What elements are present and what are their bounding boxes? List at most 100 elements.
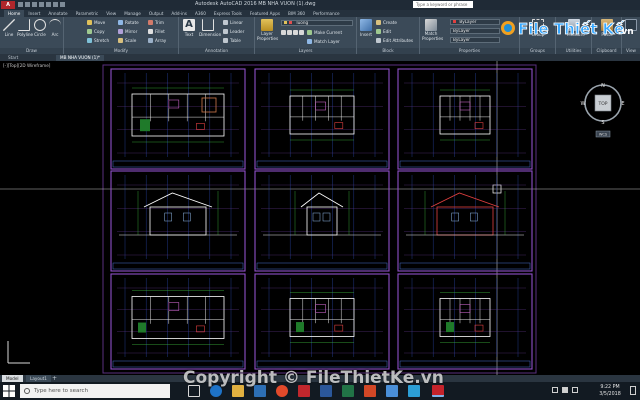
title-block: [399, 160, 531, 168]
taskbar-search-input[interactable]: Type here to search: [20, 384, 170, 398]
draw-panel: Line Polyline Circle Arc Draw: [0, 17, 64, 54]
drawing-canvas[interactable]: [-][Top][2D Wireframe] TOP N S E W WCS: [0, 61, 640, 375]
drawing-svg[interactable]: [0, 61, 640, 375]
tab-annotate[interactable]: Annotate: [44, 10, 71, 17]
fillet-button[interactable]: Fillet: [148, 28, 165, 35]
plot-icon[interactable]: [46, 2, 51, 7]
viewport-controls[interactable]: [-][Top][2D Wireframe]: [3, 63, 50, 68]
title-block: [399, 360, 531, 368]
arc-button[interactable]: Arc: [48, 19, 62, 37]
insert-block-button[interactable]: Insert: [359, 19, 373, 37]
compass-e-label[interactable]: E: [621, 101, 624, 107]
text-icon: A: [183, 19, 195, 31]
elevation-roof: [300, 192, 344, 208]
sheet-border: [110, 68, 246, 170]
scale-button[interactable]: Scale: [118, 37, 136, 44]
wcs-menu[interactable]: WCS: [599, 133, 608, 137]
text-button[interactable]: A Text: [182, 19, 196, 37]
match-layer-button[interactable]: Match Layer: [307, 38, 340, 45]
linear-dropdown[interactable]: Linear: [223, 19, 243, 26]
plan-furniture: [168, 302, 180, 311]
title-block: [256, 262, 388, 270]
make-current-button[interactable]: Make Current: [307, 29, 342, 36]
circle-button[interactable]: Circle: [33, 19, 47, 37]
windows-start-icon[interactable]: [3, 385, 15, 397]
dimension-button[interactable]: Dimension: [199, 19, 221, 37]
tab-view[interactable]: View: [102, 10, 120, 17]
plan-furniture: [196, 123, 205, 130]
sheet-border: [254, 273, 390, 370]
save-as-icon[interactable]: [39, 2, 44, 7]
notifications-icon[interactable]: [630, 386, 636, 395]
linetype-dropdown[interactable]: ByLayer: [450, 37, 500, 43]
layout1-tab[interactable]: Layout1: [26, 375, 51, 382]
layer-properties-button[interactable]: Layer Properties: [257, 19, 278, 41]
redo-icon[interactable]: [60, 2, 65, 7]
lineweight-dropdown[interactable]: ByLayer: [450, 28, 500, 34]
model-tab[interactable]: Model: [2, 375, 23, 382]
add-layout-button[interactable]: +: [52, 375, 57, 382]
plan-outline: [289, 95, 355, 135]
table-icon: [223, 38, 228, 43]
tab-featured-apps[interactable]: Featured Apps: [246, 10, 284, 17]
help-search-input[interactable]: Type a keyword or phrase: [413, 1, 473, 8]
logo-suffix: .vn: [618, 27, 634, 37]
move-button[interactable]: Move: [87, 19, 105, 26]
create-block-button[interactable]: Create: [376, 19, 397, 26]
keyboard-icon[interactable]: [572, 387, 578, 393]
color-dropdown[interactable]: ByLayer: [450, 19, 500, 25]
arc-icon: [49, 19, 61, 31]
autocad-logo[interactable]: A: [1, 1, 15, 9]
copy-button[interactable]: Copy: [87, 28, 105, 35]
stretch-icon: [87, 38, 92, 43]
open-icon[interactable]: [25, 2, 30, 7]
elevation-body: [436, 206, 494, 236]
table-button[interactable]: Table: [223, 37, 241, 44]
title-block: [112, 160, 244, 168]
tab-a360[interactable]: A360: [191, 10, 210, 17]
trim-button[interactable]: Trim: [148, 19, 164, 26]
layer-off-icon[interactable]: [281, 30, 286, 35]
edit-attributes-button[interactable]: Edit Attributes: [376, 37, 413, 44]
move-icon: [87, 20, 92, 25]
plan-stair: [201, 97, 217, 113]
tab-parametric[interactable]: Parametric: [72, 10, 103, 17]
polyline-button[interactable]: Polyline: [17, 19, 33, 37]
viewcube[interactable]: TOP N S E W WCS: [580, 81, 626, 141]
compass-s-label[interactable]: S: [601, 120, 604, 126]
leader-dropdown[interactable]: Leader: [223, 28, 244, 35]
tab-home[interactable]: Home: [4, 10, 25, 17]
layer-color-icon: [289, 21, 293, 24]
match-properties-button[interactable]: Match Properties: [422, 19, 443, 41]
mirror-button[interactable]: Mirror: [118, 28, 137, 35]
layer-freeze-icon[interactable]: [293, 30, 298, 35]
tab-manage[interactable]: Manage: [120, 10, 145, 17]
color-swatch-icon: [453, 20, 456, 23]
layer-lock-icon[interactable]: [299, 30, 304, 35]
new-icon[interactable]: [18, 2, 23, 7]
layer-isolate-icon[interactable]: [287, 30, 292, 35]
tab-express-tools[interactable]: Express Tools: [210, 10, 246, 17]
tab-add-ins[interactable]: Add-ins: [167, 10, 191, 17]
rotate-button[interactable]: Rotate: [118, 19, 139, 26]
volume-icon[interactable]: [562, 387, 568, 393]
layer-dropdown[interactable]: Tuong: [281, 20, 353, 26]
tab-insert[interactable]: Insert: [24, 10, 44, 17]
array-button[interactable]: Array: [148, 37, 166, 44]
taskbar-clock[interactable]: 9:22 PM 3/5/2018: [592, 384, 628, 398]
undo-icon[interactable]: [53, 2, 58, 7]
stretch-button[interactable]: Stretch: [87, 37, 109, 44]
layers-panel: Layer Properties Tuong Make Current Matc…: [255, 17, 357, 54]
line-button[interactable]: Line: [2, 19, 16, 37]
plan-furniture: [168, 99, 180, 109]
compass-w-label[interactable]: W: [581, 101, 586, 107]
save-icon[interactable]: [32, 2, 37, 7]
tab-bim-360[interactable]: BIM 360: [284, 10, 309, 17]
edit-block-button[interactable]: Edit: [376, 28, 391, 35]
tab-output[interactable]: Output: [145, 10, 168, 17]
compass-n-label[interactable]: N: [601, 83, 605, 89]
trim-icon: [148, 20, 153, 25]
elevation-window: [312, 212, 321, 222]
network-icon[interactable]: [552, 387, 558, 393]
tab-performance[interactable]: Performance: [309, 10, 344, 17]
